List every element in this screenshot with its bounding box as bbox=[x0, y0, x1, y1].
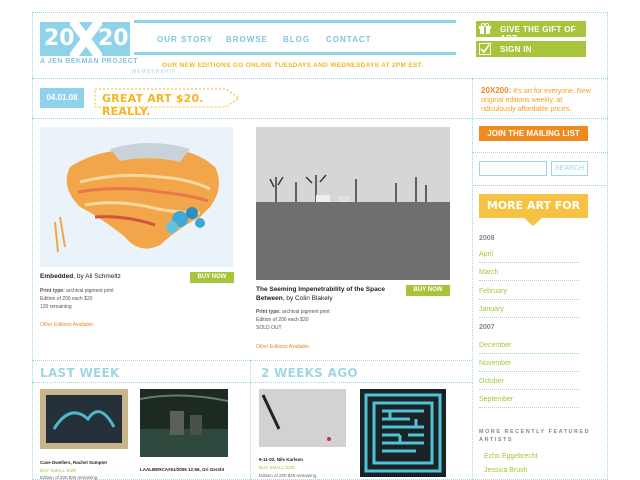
other-editions-link[interactable]: Other Editions Available bbox=[256, 344, 309, 350]
artwork-image-space-between[interactable] bbox=[256, 127, 450, 280]
logo-right-number: 200 bbox=[98, 26, 144, 51]
artwork-title-space-between[interactable]: The Seeming Impenetrability of the Space… bbox=[256, 285, 406, 303]
edition-info: Edition of 200 each $20 bbox=[40, 296, 93, 302]
last-week-heading: LAST WEEK bbox=[40, 366, 120, 380]
edition-date-badge: 04.01.08 bbox=[40, 88, 84, 108]
edition-info: Edition of 200 each $20 bbox=[256, 317, 309, 323]
promo-brand: 20X200: bbox=[481, 86, 512, 95]
nav-our-story[interactable]: OUR STORY bbox=[157, 35, 213, 44]
nav-browse[interactable]: BROWSE bbox=[226, 35, 268, 44]
thumb-maze-pattern[interactable] bbox=[360, 389, 446, 477]
join-mailing-list-button[interactable]: JOIN THE MAILING LIST bbox=[479, 126, 588, 141]
thumb-9-11-02[interactable] bbox=[259, 389, 346, 447]
thumb-meta: Edition of 200 $20 remaining bbox=[259, 473, 317, 478]
checkbox-icon bbox=[479, 43, 491, 55]
thumb-cave-dwellers[interactable] bbox=[40, 389, 128, 449]
price-tagline: GREAT ART $20. REALLY. bbox=[102, 92, 204, 118]
9-11-02-image bbox=[259, 389, 346, 447]
gift-button[interactable]: GIVE THE GIFT OF ART bbox=[476, 21, 586, 43]
archive-month-march[interactable]: March bbox=[479, 269, 579, 276]
recent-divider bbox=[32, 360, 472, 361]
artwork-artist: , by Colin Blakely bbox=[282, 295, 333, 302]
month-divider bbox=[479, 371, 579, 372]
gift-icon bbox=[479, 22, 491, 35]
nav-blog[interactable]: BLOG bbox=[283, 35, 310, 44]
thumb-la-alberca[interactable] bbox=[139, 389, 229, 457]
site-logo[interactable]: 20 200 bbox=[40, 17, 144, 61]
nav-contact[interactable]: CONTACT bbox=[326, 35, 372, 44]
archive-month-september[interactable]: September bbox=[479, 396, 579, 403]
chevron-down-icon bbox=[524, 218, 542, 226]
price-tag: GREAT ART $20. REALLY. bbox=[94, 88, 240, 118]
month-divider bbox=[479, 262, 579, 263]
print-type-label: Print type: bbox=[40, 288, 65, 294]
archive-month-february[interactable]: February bbox=[479, 288, 579, 295]
thumb-title[interactable]: Cave Dwellers, Rachel Sumpter bbox=[40, 460, 107, 465]
la-alberca-image bbox=[139, 394, 229, 457]
print-type-value: archival pigment print bbox=[280, 309, 330, 315]
archive-year-2008: 2008 bbox=[479, 235, 495, 242]
featured-divider bbox=[32, 118, 608, 119]
archive-month-october[interactable]: October bbox=[479, 378, 579, 385]
promo-text: 20X200: It's art for everyone. New origi… bbox=[481, 86, 593, 114]
search-button[interactable]: SEARCH bbox=[551, 161, 588, 176]
archive-month-december[interactable]: December bbox=[479, 342, 579, 349]
archive-year-2007: 2007 bbox=[479, 324, 495, 331]
artwork-title-embedded[interactable]: Embedded, by Ali Schmeltz bbox=[40, 272, 190, 281]
buy-now-button[interactable]: BUY NOW bbox=[406, 285, 450, 296]
featured-artist-link[interactable]: Echo Eggebrecht bbox=[484, 453, 538, 460]
sign-in-button[interactable]: SIGN IN bbox=[476, 41, 586, 57]
sold-out-status: SOLD OUT bbox=[256, 325, 282, 331]
thumb-meta: Edition of 200 $20 remaining bbox=[40, 475, 98, 480]
buy-small-size-link[interactable]: BUY SMALL SIZE bbox=[40, 468, 76, 473]
buy-small-size-link[interactable]: BUY SMALL SIZE bbox=[259, 465, 295, 470]
month-divider bbox=[479, 407, 579, 408]
print-type-value: archival pigment print bbox=[64, 288, 114, 294]
sidebar-divider bbox=[472, 78, 473, 480]
schedule-announcement: OUR NEW EDITIONS GO ONLINE TUESDAYS AND … bbox=[162, 62, 424, 69]
remaining-count: 120 remaining bbox=[40, 304, 72, 310]
featured-artists-heading: MORE RECENTLY FEATURED ARTISTS bbox=[479, 429, 591, 443]
cave-dwellers-image bbox=[46, 395, 122, 443]
recent-column-divider bbox=[250, 360, 251, 480]
featured-artist-link[interactable]: Jessica Brush bbox=[484, 467, 528, 474]
month-divider bbox=[479, 317, 579, 318]
print-type-label: Print type: bbox=[256, 309, 281, 315]
month-divider bbox=[479, 299, 579, 300]
search-input[interactable] bbox=[479, 161, 547, 176]
recent-heading-divider bbox=[32, 382, 472, 383]
nav-rule-top bbox=[134, 20, 456, 23]
month-divider bbox=[479, 389, 579, 390]
sign-in-label: SIGN IN bbox=[500, 45, 532, 54]
announcement-sub: MEMBERSHIP bbox=[132, 69, 176, 75]
artwork-meta-space-between: Print type: archival pigment print Editi… bbox=[256, 308, 416, 332]
archive-month-january[interactable]: January bbox=[479, 306, 579, 313]
sidebar-divider-1 bbox=[472, 152, 608, 153]
month-divider bbox=[479, 353, 579, 354]
header-divider bbox=[32, 78, 608, 79]
nav-rule-bottom bbox=[134, 52, 456, 55]
sidebar-divider-2 bbox=[472, 185, 608, 186]
space-between-photo bbox=[256, 127, 450, 280]
artwork-meta-embedded: Print type: archival pigment print Editi… bbox=[40, 287, 190, 311]
embedded-artwork-graphic bbox=[54, 143, 220, 253]
artwork-image-embedded[interactable] bbox=[40, 127, 233, 267]
more-art-heading: MORE ART FOR YOU bbox=[479, 194, 588, 236]
two-weeks-ago-heading: 2 WEEKS AGO bbox=[261, 366, 358, 380]
archive-month-november[interactable]: November bbox=[479, 360, 579, 367]
artwork-title-text: Embedded bbox=[40, 273, 74, 280]
buy-now-button[interactable]: BUY NOW bbox=[190, 272, 234, 283]
maze-pattern-image bbox=[364, 393, 442, 473]
artwork-artist: , by Ali Schmeltz bbox=[73, 273, 121, 280]
thumb-title[interactable]: LAALBERCA#61/2005 12:56, Ori Gersht bbox=[140, 467, 224, 472]
archive-month-april[interactable]: April bbox=[479, 251, 579, 258]
logo-tagline: A JEN BEKMAN PROJECT bbox=[40, 58, 139, 65]
month-divider bbox=[479, 280, 579, 281]
other-editions-link[interactable]: Other Editions Available bbox=[40, 322, 93, 328]
thumb-title[interactable]: 9-11-02, Nils Karlson bbox=[259, 457, 303, 462]
